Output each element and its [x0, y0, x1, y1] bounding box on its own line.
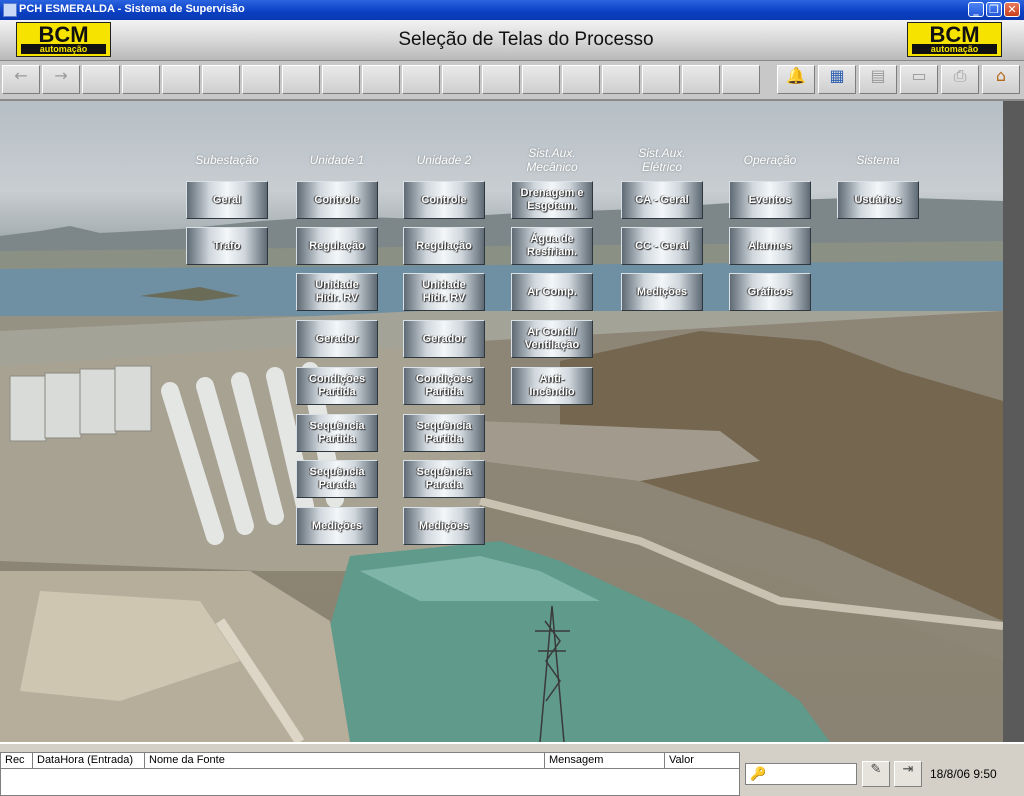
printer-icon[interactable]: ⎙ — [941, 65, 979, 94]
toolbar-slot[interactable] — [202, 65, 240, 94]
screen-button-medicoes[interactable]: Medições — [621, 273, 703, 311]
column-heading: Sist.Aux. Mecânico — [526, 146, 578, 174]
close-button[interactable]: ✕ — [1004, 2, 1020, 17]
screen-button-sequencia-partida[interactable]: Sequência Partida — [403, 414, 485, 452]
toolbar-slot[interactable] — [322, 65, 360, 94]
alarm-bell-icon[interactable]: 🔔 — [777, 65, 815, 94]
column-heading: Sistema — [856, 153, 900, 167]
column-datahora[interactable]: DataHora (Entrada) — [33, 753, 145, 768]
toolbar-slot[interactable] — [162, 65, 200, 94]
window-title: PCH ESMERALDA - Sistema de Supervisão — [19, 3, 245, 15]
screen-button-drenagem-e-esgotam[interactable]: Drenagem e Esgotam. — [511, 181, 593, 219]
alarm-table[interactable]: Rec DataHora (Entrada) Nome da Fonte Men… — [0, 752, 740, 796]
screen-button-sequencia-parada[interactable]: Sequência Parada — [296, 460, 378, 498]
forward-arrow-icon[interactable]: → — [42, 65, 80, 94]
screen-button-medicoes[interactable]: Medições — [296, 507, 378, 545]
toolbar-slot[interactable] — [362, 65, 400, 94]
logo-name: BCM — [38, 22, 89, 47]
column-heading: Unidade 1 — [309, 153, 365, 167]
toolbar-slot[interactable] — [282, 65, 320, 94]
screen-button-sequencia-parada[interactable]: Sequência Parada — [403, 460, 485, 498]
toolbar-slot[interactable] — [442, 65, 480, 94]
screen-button-unidade-hidr-rv[interactable]: Unidade Hidr. RV — [403, 273, 485, 311]
status-area: 🔑 ✎ ⇥ 18/8/06 9:50 — [742, 752, 1024, 796]
toolbar: ← → 🔔 ▦ ▤ ▭ ⎙ ⌂ — [0, 61, 1024, 101]
screen-button-graficos[interactable]: Gráficos — [729, 273, 811, 311]
screen-button-controle[interactable]: Controle — [296, 181, 378, 219]
bottom-panel: Rec DataHora (Entrada) Nome da Fonte Men… — [0, 742, 1024, 796]
screen-button-gerador[interactable]: Gerador — [296, 320, 378, 358]
logo-name: BCM — [929, 22, 980, 47]
screen-button-regulacao[interactable]: Regulação — [296, 227, 378, 265]
toolbar-slot[interactable] — [722, 65, 760, 94]
header-band: BCM automação Seleção de Telas do Proces… — [0, 20, 1024, 61]
bcm-logo-left: BCM automação — [16, 22, 111, 57]
user-field[interactable]: 🔑 — [745, 763, 857, 785]
screen-button-condicoes-partida[interactable]: Condições Partida — [403, 367, 485, 405]
screen-button-eventos[interactable]: Eventos — [729, 181, 811, 219]
right-gutter — [1003, 101, 1024, 742]
window-title-bar[interactable]: PCH ESMERALDA - Sistema de Supervisão _ … — [0, 0, 1024, 20]
bcm-logo-right: BCM automação — [907, 22, 1002, 57]
toolbar-slot[interactable] — [602, 65, 640, 94]
column-nome-fonte[interactable]: Nome da Fonte — [145, 753, 545, 768]
toolbar-slot[interactable] — [242, 65, 280, 94]
screen-button-ar-comp[interactable]: Ar Comp. — [511, 273, 593, 311]
grid-table-icon[interactable]: ▤ — [859, 65, 897, 94]
column-mensagem[interactable]: Mensagem — [545, 753, 665, 768]
column-heading: Sist.Aux. Elétrico — [638, 146, 686, 174]
screen-button-controle[interactable]: Controle — [403, 181, 485, 219]
logo-tagline: automação — [21, 44, 106, 54]
datetime-display: 18/8/06 9:50 — [930, 767, 997, 781]
page-title: Seleção de Telas do Processo — [398, 29, 654, 50]
screen-button-condicoes-partida[interactable]: Condições Partida — [296, 367, 378, 405]
screen-button-medicoes[interactable]: Medições — [403, 507, 485, 545]
screen-button-geral[interactable]: Geral — [186, 181, 268, 219]
window-icon[interactable]: ▭ — [900, 65, 938, 94]
screen-button-agua-de-resfriam[interactable]: Água de Resfriam. — [511, 227, 593, 265]
column-heading: Subestação — [195, 153, 259, 167]
column-valor[interactable]: Valor — [665, 753, 739, 768]
back-arrow-icon[interactable]: ← — [2, 65, 40, 94]
screen-button-ar-cond-ventilacao[interactable]: Ar Cond./ Ventilação — [511, 320, 593, 358]
toolbar-slot[interactable] — [482, 65, 520, 94]
process-overview-screen: Subestação Geral Trafo Unidade 1 Controle Reg… — [0, 101, 1003, 742]
key-icon: 🔑 — [750, 767, 767, 782]
screen-button-alarmes[interactable]: Alarmes — [729, 227, 811, 265]
screen-button-usuarios[interactable]: Usuários — [837, 181, 919, 219]
logo-tagline: automação — [912, 44, 997, 54]
screen-button-gerador[interactable]: Gerador — [403, 320, 485, 358]
column-heading: Operação — [743, 153, 797, 167]
toolbar-slot[interactable] — [562, 65, 600, 94]
screen-button-regulacao[interactable]: Regulação — [403, 227, 485, 265]
maximize-button[interactable]: ❐ — [986, 2, 1002, 17]
toolbar-slot[interactable] — [122, 65, 160, 94]
app-icon — [3, 3, 17, 17]
toolbar-slot[interactable] — [522, 65, 560, 94]
column-heading: Unidade 2 — [416, 153, 472, 167]
logout-door-icon[interactable]: ⇥ — [894, 761, 922, 787]
screen-button-unidade-hidr-rv[interactable]: Unidade Hidr. RV — [296, 273, 378, 311]
screen-button-anti-incendio[interactable]: Anti- Incêndio — [511, 367, 593, 405]
screen-button-ca-geral[interactable]: CA - Geral — [621, 181, 703, 219]
login-icon[interactable]: ✎ — [862, 761, 890, 787]
report-table-icon[interactable]: ▦ — [818, 65, 856, 94]
toolbar-slot[interactable] — [402, 65, 440, 94]
column-rec[interactable]: Rec — [1, 753, 33, 768]
alarm-table-header: Rec DataHora (Entrada) Nome da Fonte Men… — [1, 753, 739, 769]
screen-button-trafo[interactable]: Trafo — [186, 227, 268, 265]
toolbar-slot[interactable] — [682, 65, 720, 94]
toolbar-slot[interactable] — [642, 65, 680, 94]
toolbar-slot[interactable] — [82, 65, 120, 94]
minimize-button[interactable]: _ — [968, 2, 984, 17]
home-icon[interactable]: ⌂ — [982, 65, 1020, 94]
screen-button-sequencia-partida[interactable]: Sequência Partida — [296, 414, 378, 452]
screen-button-cc-geral[interactable]: CC - Geral — [621, 227, 703, 265]
